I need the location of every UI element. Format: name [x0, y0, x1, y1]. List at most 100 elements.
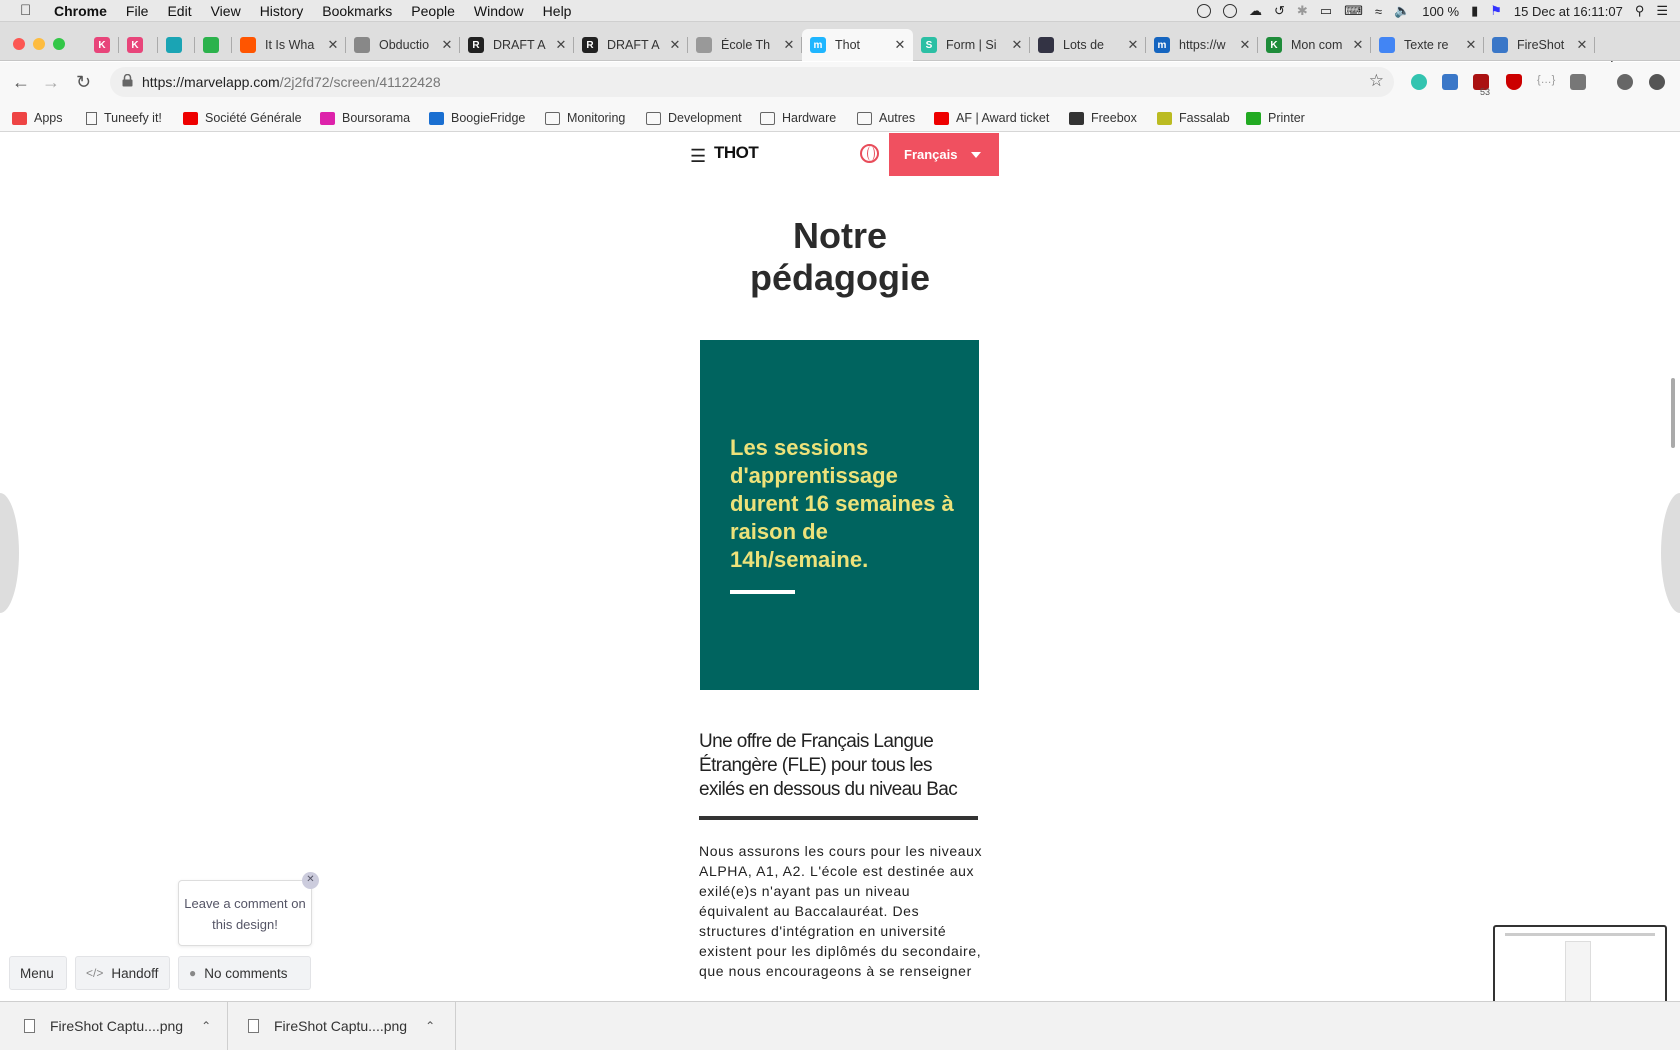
menu-file[interactable]: File	[126, 3, 149, 19]
close-tab-icon[interactable]: ✕	[668, 37, 682, 53]
menu-help[interactable]: Help	[543, 3, 572, 19]
download-item[interactable]: FireShot Captu....png ⌃	[228, 1002, 456, 1050]
menu-window[interactable]: Window	[474, 3, 524, 19]
hamburger-menu-icon[interactable]: ☰	[690, 146, 706, 167]
marvel-menu-button[interactable]: Menu	[9, 956, 67, 990]
close-tab-icon[interactable]: ✕	[1126, 37, 1140, 53]
close-tab-icon[interactable]: ✕	[1575, 37, 1589, 53]
chevron-up-icon[interactable]: ⌃	[201, 1019, 211, 1033]
close-tab-icon[interactable]: ✕	[782, 37, 796, 53]
globe-icon[interactable]	[860, 144, 879, 163]
tab[interactable]: R DRAFT A ✕	[460, 29, 574, 61]
download-item[interactable]: FireShot Captu....png ⌃	[0, 1002, 228, 1050]
bookmark-item[interactable]: Development	[646, 111, 742, 125]
forward-arrow-icon[interactable]: →	[42, 72, 60, 93]
apple-icon[interactable]: 	[20, 2, 40, 19]
tab[interactable]: m https://w ✕	[1146, 29, 1258, 61]
shield-icon[interactable]	[1506, 74, 1522, 90]
minimize-window-button[interactable]	[33, 38, 45, 50]
tab[interactable]: R DRAFT A ✕	[574, 29, 688, 61]
bookmark-item[interactable]: Apps	[12, 111, 63, 125]
close-tab-icon[interactable]: ✕	[1351, 37, 1365, 53]
tab[interactable]: École Th ✕	[688, 29, 802, 61]
close-tab-icon[interactable]: ✕	[893, 37, 907, 53]
bookmark-star-icon[interactable]: ☆	[1369, 71, 1384, 91]
close-tab-icon[interactable]: ✕	[554, 37, 568, 53]
close-tab-icon[interactable]: ✕	[440, 37, 454, 53]
back-arrow-icon[interactable]: ←	[12, 72, 30, 93]
close-icon[interactable]: ✕	[302, 872, 319, 889]
chevron-up-icon[interactable]: ⌃	[425, 1019, 435, 1033]
tab[interactable]: K Mon com ✕	[1258, 29, 1371, 61]
next-screen-arrow[interactable]	[1661, 493, 1680, 613]
update-icon[interactable]	[1649, 74, 1665, 90]
tab[interactable]	[195, 29, 232, 61]
close-tab-icon[interactable]: ✕	[326, 37, 340, 53]
handoff-button[interactable]: </> Handoff	[75, 956, 170, 990]
bookmark-item[interactable]: Monitoring	[545, 111, 625, 125]
airplay-icon[interactable]: ▭	[1320, 3, 1332, 19]
spotlight-search-icon[interactable]: ⚲	[1635, 3, 1645, 19]
menu-history[interactable]: History	[260, 3, 304, 19]
reload-icon[interactable]: ↻	[76, 72, 91, 93]
menu-chrome[interactable]: Chrome	[54, 3, 107, 19]
flag-icon[interactable]: ⚑	[1490, 3, 1502, 19]
volume-icon[interactable]: 🔈	[1394, 3, 1410, 19]
tab[interactable]: FireShot ✕	[1484, 29, 1595, 61]
cloud-icon[interactable]: ☁	[1249, 3, 1262, 19]
bookmark-item[interactable]: Fassalab	[1157, 111, 1230, 125]
notification-center-icon[interactable]: ☰	[1656, 3, 1668, 19]
time-machine-icon[interactable]: ↺	[1274, 3, 1285, 19]
bookmark-item[interactable]: Printer	[1246, 111, 1305, 125]
scrollbar[interactable]	[1671, 378, 1675, 448]
tab[interactable]: K	[86, 29, 119, 61]
bookmark-item[interactable]: Tuneefy it!	[86, 111, 162, 125]
menu-bookmarks[interactable]: Bookmarks	[322, 3, 392, 19]
wifi-icon[interactable]: ≈	[1375, 4, 1382, 19]
profile-avatar-icon[interactable]	[1617, 74, 1633, 90]
battery-percent[interactable]: 100 %	[1422, 4, 1459, 19]
url-text[interactable]: https://marvelapp.com/2j2fd72/screen/411…	[142, 74, 441, 90]
tab[interactable]	[158, 29, 195, 61]
menu-edit[interactable]: Edit	[167, 3, 191, 19]
site-logo[interactable]: THOT	[714, 143, 759, 163]
bookmark-item[interactable]: Autres	[857, 111, 915, 125]
tab[interactable]: Texte re ✕	[1371, 29, 1484, 61]
json-extension-icon[interactable]: {…}	[1537, 74, 1555, 90]
bookmark-item[interactable]: BoogieFridge	[429, 111, 525, 125]
close-tab-icon[interactable]: ✕	[1238, 37, 1252, 53]
zoom-window-button[interactable]	[53, 38, 65, 50]
battery-icon[interactable]: ▮	[1471, 3, 1478, 19]
menu-people[interactable]: People	[411, 3, 455, 19]
tab[interactable]: Obductio ✕	[346, 29, 460, 61]
menu-view[interactable]: View	[211, 3, 241, 19]
bookmark-item[interactable]: Boursorama	[320, 111, 410, 125]
bookmark-item[interactable]: Freebox	[1069, 111, 1137, 125]
tab[interactable]: m Thot ✕	[802, 29, 913, 61]
fireshot-extension-icon[interactable]	[1442, 74, 1458, 90]
extension-icon[interactable]	[1570, 74, 1586, 90]
language-dropdown[interactable]: Français	[889, 133, 999, 176]
tab[interactable]: K	[119, 29, 158, 61]
tab[interactable]: Lots de ✕	[1030, 29, 1146, 61]
close-tab-icon[interactable]: ✕	[1010, 37, 1024, 53]
keyboard-icon[interactable]: ⌨	[1344, 3, 1363, 19]
status-icon[interactable]	[1223, 4, 1238, 18]
bookmark-item[interactable]: Hardware	[760, 111, 836, 125]
prev-screen-arrow[interactable]	[0, 493, 19, 613]
tab[interactable]: S Form | Si ✕	[913, 29, 1030, 61]
bluetooth-icon[interactable]: ✱	[1297, 3, 1308, 19]
bookmark-item[interactable]: AF | Award ticket	[934, 111, 1049, 125]
section-subtitle: Une offre de Français Langue Étrangère (…	[699, 731, 958, 800]
marvel-extension-icon[interactable]	[1411, 74, 1427, 90]
close-tab-icon[interactable]: ✕	[1464, 37, 1478, 53]
bookmark-item[interactable]: Société Générale	[183, 111, 302, 125]
address-bar[interactable]: https://marvelapp.com/2j2fd72/screen/411…	[110, 67, 1394, 97]
clock[interactable]: 15 Dec at 16:11:07	[1514, 4, 1623, 19]
tab[interactable]: It Is Wha ✕	[232, 29, 346, 61]
site-header: ☰ THOT Français	[690, 133, 1000, 176]
close-window-button[interactable]	[13, 38, 25, 50]
comments-button[interactable]: ● No comments	[178, 956, 311, 990]
screen-minimap[interactable]	[1493, 925, 1667, 1001]
status-icon[interactable]	[1197, 4, 1212, 18]
